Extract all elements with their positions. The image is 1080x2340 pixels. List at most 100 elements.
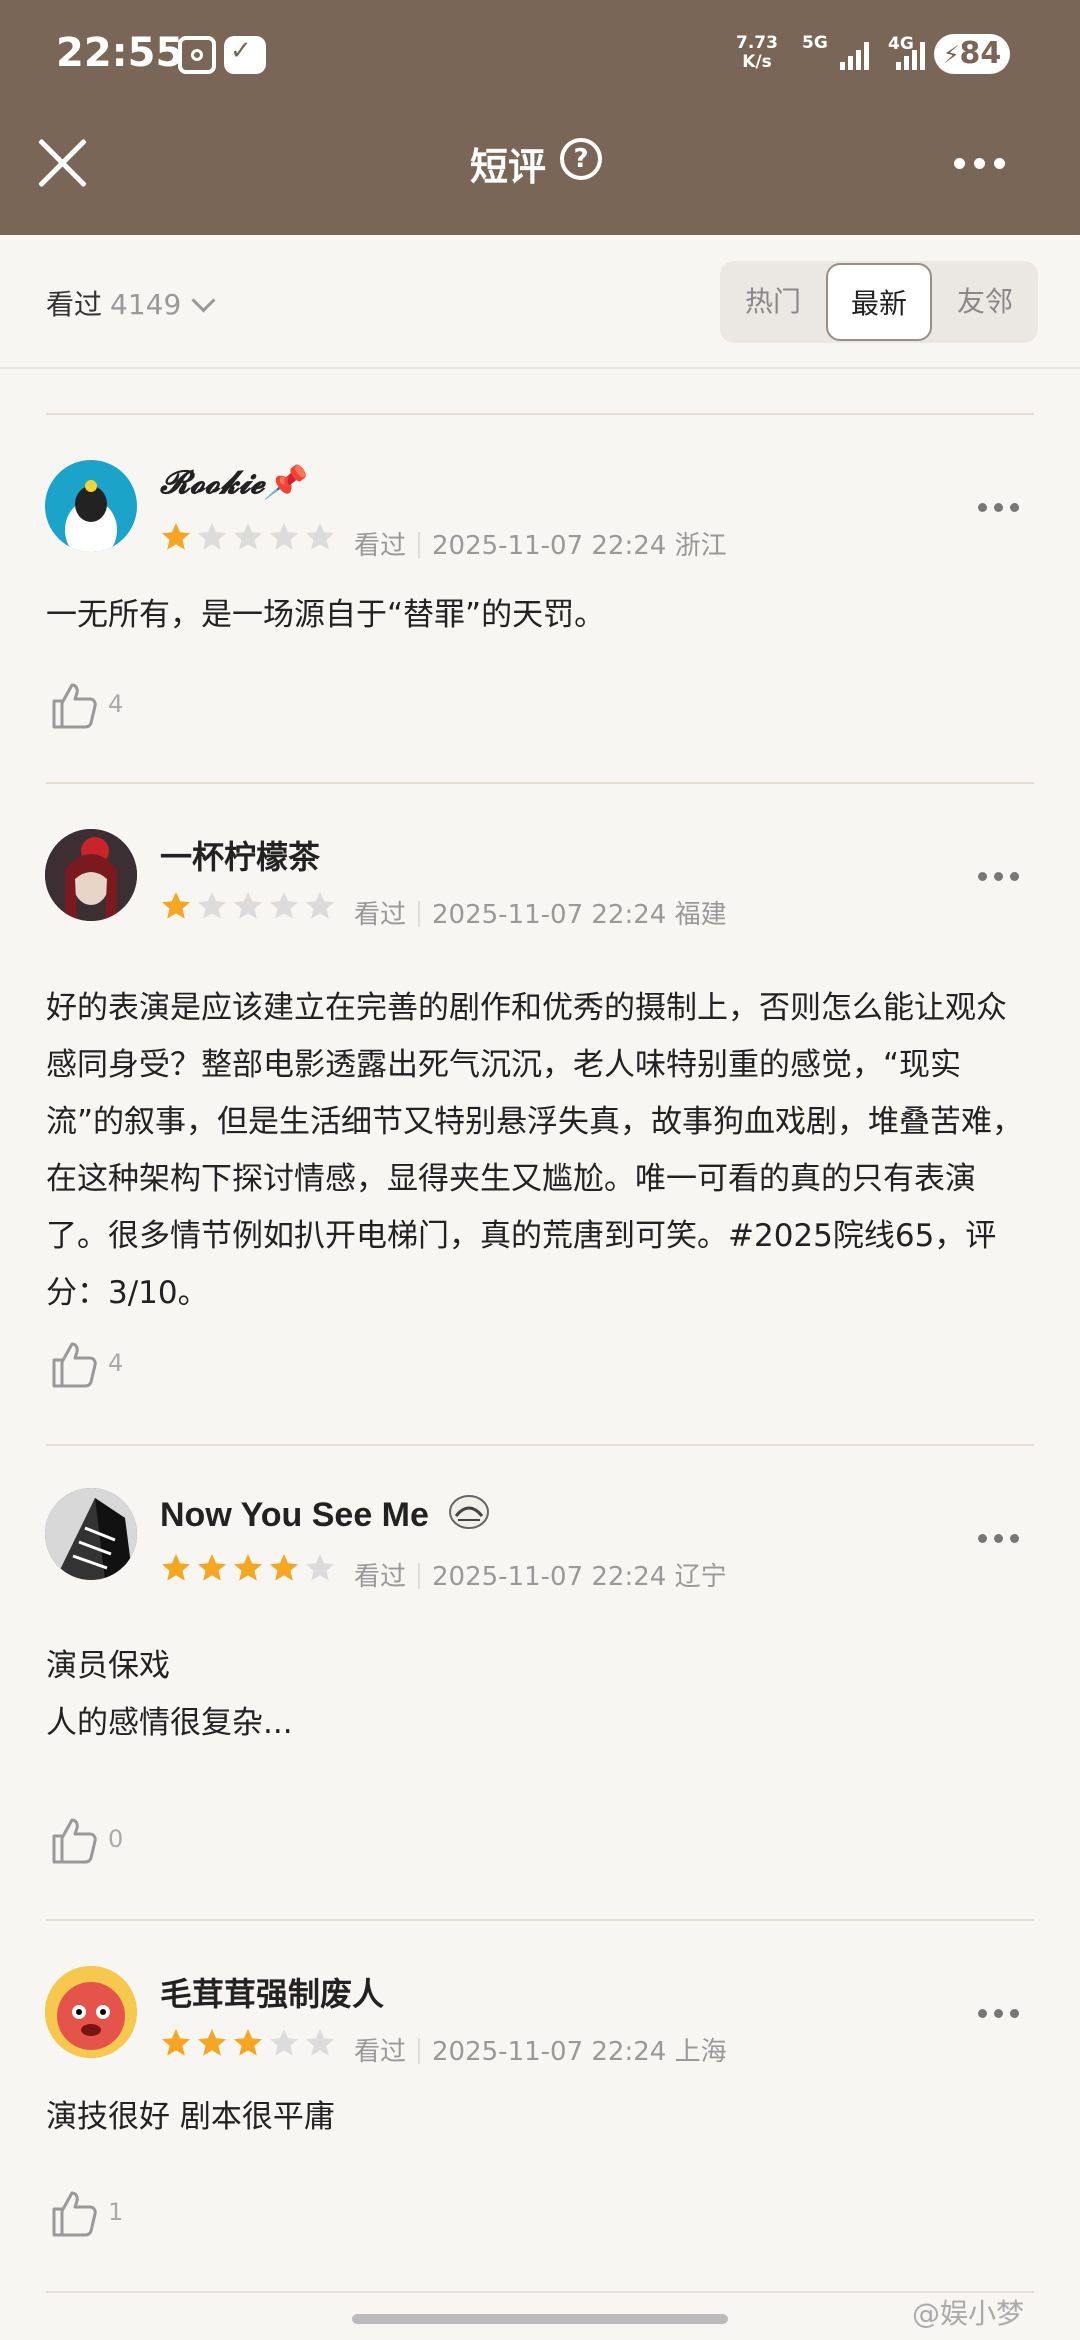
watched-count: 4149: [110, 288, 182, 321]
sort-tabs: 热门 最新 友邻: [720, 261, 1038, 343]
tab-friends[interactable]: 友邻: [932, 261, 1038, 343]
review-text: 演技很好 剧本很平庸: [46, 2099, 335, 2135]
watermark: @娱小梦: [912, 2297, 1025, 2330]
avatar[interactable]: [45, 460, 137, 552]
review-more-button[interactable]: [978, 1534, 1019, 1543]
username[interactable]: Now You See Me: [160, 1494, 490, 1535]
watch-status: 看过: [354, 1562, 407, 1592]
star-icon: [306, 523, 334, 550]
charging-icon: ⚡: [942, 41, 960, 69]
review-meta: 看过 2025-11-07 22:24 浙江: [354, 525, 727, 562]
review-more-button[interactable]: [978, 872, 1019, 881]
watch-status: 看过: [354, 900, 407, 930]
watched-filter[interactable]: 看过 4149: [46, 283, 216, 323]
status-time: 22:55: [56, 30, 184, 76]
screenshot-icon: [178, 36, 216, 74]
more-icon: [978, 872, 1019, 881]
username[interactable]: 𝓡𝓸𝓸𝓴𝓲𝓮📌: [160, 463, 304, 502]
star-icon: [306, 2029, 334, 2056]
review-text-line: 演员保戏: [46, 1648, 170, 1684]
close-icon[interactable]: [34, 135, 90, 191]
avatar[interactable]: [45, 1966, 137, 2058]
username[interactable]: 毛茸茸强制废人: [160, 1969, 384, 2015]
review-item: 𝓡𝓸𝓸𝓴𝓲𝓮📌 看过 2025-11-07 22:24 浙江 一无所有，是一场源自…: [0, 415, 1080, 782]
username[interactable]: 一杯柠檬茶: [160, 832, 320, 878]
star-icon: [198, 2029, 226, 2056]
star-icon: [162, 2029, 190, 2056]
status-bar: 22:55 7.73 K/s 5G 4G ⚡84: [0, 0, 1080, 110]
review-datetime: 2025-11-07 22:24: [432, 2037, 667, 2067]
star-icon: [162, 1554, 190, 1581]
review-meta: 看过 2025-11-07 22:24 福建: [354, 894, 727, 931]
star-icon: [234, 892, 262, 919]
star-icon: [198, 892, 226, 919]
star-icon: [270, 2029, 298, 2056]
tab-hot[interactable]: 热门: [720, 261, 826, 343]
star-icon: [234, 523, 262, 550]
network-type-1: 5G: [802, 33, 828, 53]
app-header: 22:55 7.73 K/s 5G 4G ⚡84 短评 ?: [0, 0, 1080, 235]
more-icon: [978, 1534, 1019, 1543]
review-datetime: 2025-11-07 22:24: [432, 531, 667, 561]
review-datetime: 2025-11-07 22:24: [432, 1562, 667, 1592]
watch-status: 看过: [354, 2037, 407, 2067]
thumbs-up-icon[interactable]: [46, 677, 102, 733]
star-icon: [162, 892, 190, 919]
filter-bar: 看过 4149 热门 最新 友邻: [0, 235, 1080, 369]
star-icon: [270, 892, 298, 919]
username-text: Now You See Me: [160, 1496, 429, 1534]
review-more-button[interactable]: [978, 503, 1019, 512]
star-icon: [198, 1554, 226, 1581]
star-icon: [198, 523, 226, 550]
star-icon: [270, 523, 298, 550]
signal-icon: [840, 40, 874, 70]
review-text: 一无所有，是一场源自于“替罪”的天罚。: [46, 597, 606, 633]
review-location: 上海: [674, 2037, 727, 2067]
divider: [46, 2291, 1034, 2293]
star-icon: [306, 1554, 334, 1581]
review-meta: 看过 2025-11-07 22:24 上海: [354, 2031, 727, 2068]
signal-icon-2: [896, 40, 930, 70]
review-item: Now You See Me 看过 2025-11-07 22:24 辽宁 演员保…: [0, 1446, 1080, 1919]
avatar[interactable]: [45, 829, 137, 921]
like-count: 1: [108, 2198, 124, 2226]
page-title: 短评: [470, 145, 547, 189]
review-location: 福建: [674, 900, 727, 930]
star-icon: [306, 892, 334, 919]
star-icon: [234, 2029, 262, 2056]
review-datetime: 2025-11-07 22:24: [432, 900, 667, 930]
review-item: 毛茸茸强制废人 看过 2025-11-07 22:24 上海 演技很好 剧本很平庸…: [0, 1921, 1080, 2291]
thumbs-up-icon[interactable]: [46, 1812, 102, 1868]
review-location: 辽宁: [674, 1562, 727, 1592]
review-location: 浙江: [674, 531, 727, 561]
notification-icon: [224, 36, 266, 74]
nav-bar: 短评 ?: [0, 110, 1080, 235]
review-text-line: 人的感情很复杂...: [46, 1705, 293, 1741]
avatar[interactable]: [45, 1488, 137, 1580]
review-text: 好的表演是应该建立在完善的剧作和优秀的摄制上，否则怎么能让观众感同身受？整部电影…: [46, 990, 1024, 1311]
star-icon: [162, 523, 190, 550]
review-item: 一杯柠檬茶 看过 2025-11-07 22:24 福建 好的表演是应该建立在完善…: [0, 784, 1080, 1444]
help-icon[interactable]: ?: [560, 138, 602, 180]
battery-indicator: ⚡84: [934, 34, 1010, 74]
review-more-button[interactable]: [978, 2009, 1019, 2018]
badge-icon: [448, 1494, 490, 1530]
home-indicator[interactable]: [352, 2314, 728, 2324]
review-text: 演员保戏 人的感情很复杂...: [46, 1638, 1036, 1752]
star-icon: [234, 1554, 262, 1581]
chevron-down-icon: [191, 288, 216, 313]
watched-label: 看过: [46, 288, 103, 321]
tab-latest[interactable]: 最新: [826, 263, 932, 341]
thumbs-up-icon[interactable]: [46, 2185, 102, 2241]
network-speed: 7.73 K/s: [736, 34, 778, 72]
thumbs-up-icon[interactable]: [46, 1336, 102, 1392]
battery-level: 84: [959, 36, 1002, 71]
more-icon: [954, 158, 1005, 169]
more-options-button[interactable]: [954, 158, 1005, 169]
speed-unit: K/s: [742, 52, 772, 72]
more-icon: [978, 2009, 1019, 2018]
star-icon: [270, 1554, 298, 1581]
review-meta: 看过 2025-11-07 22:24 辽宁: [354, 1556, 727, 1593]
more-icon: [978, 503, 1019, 512]
like-count: 4: [108, 1349, 124, 1377]
